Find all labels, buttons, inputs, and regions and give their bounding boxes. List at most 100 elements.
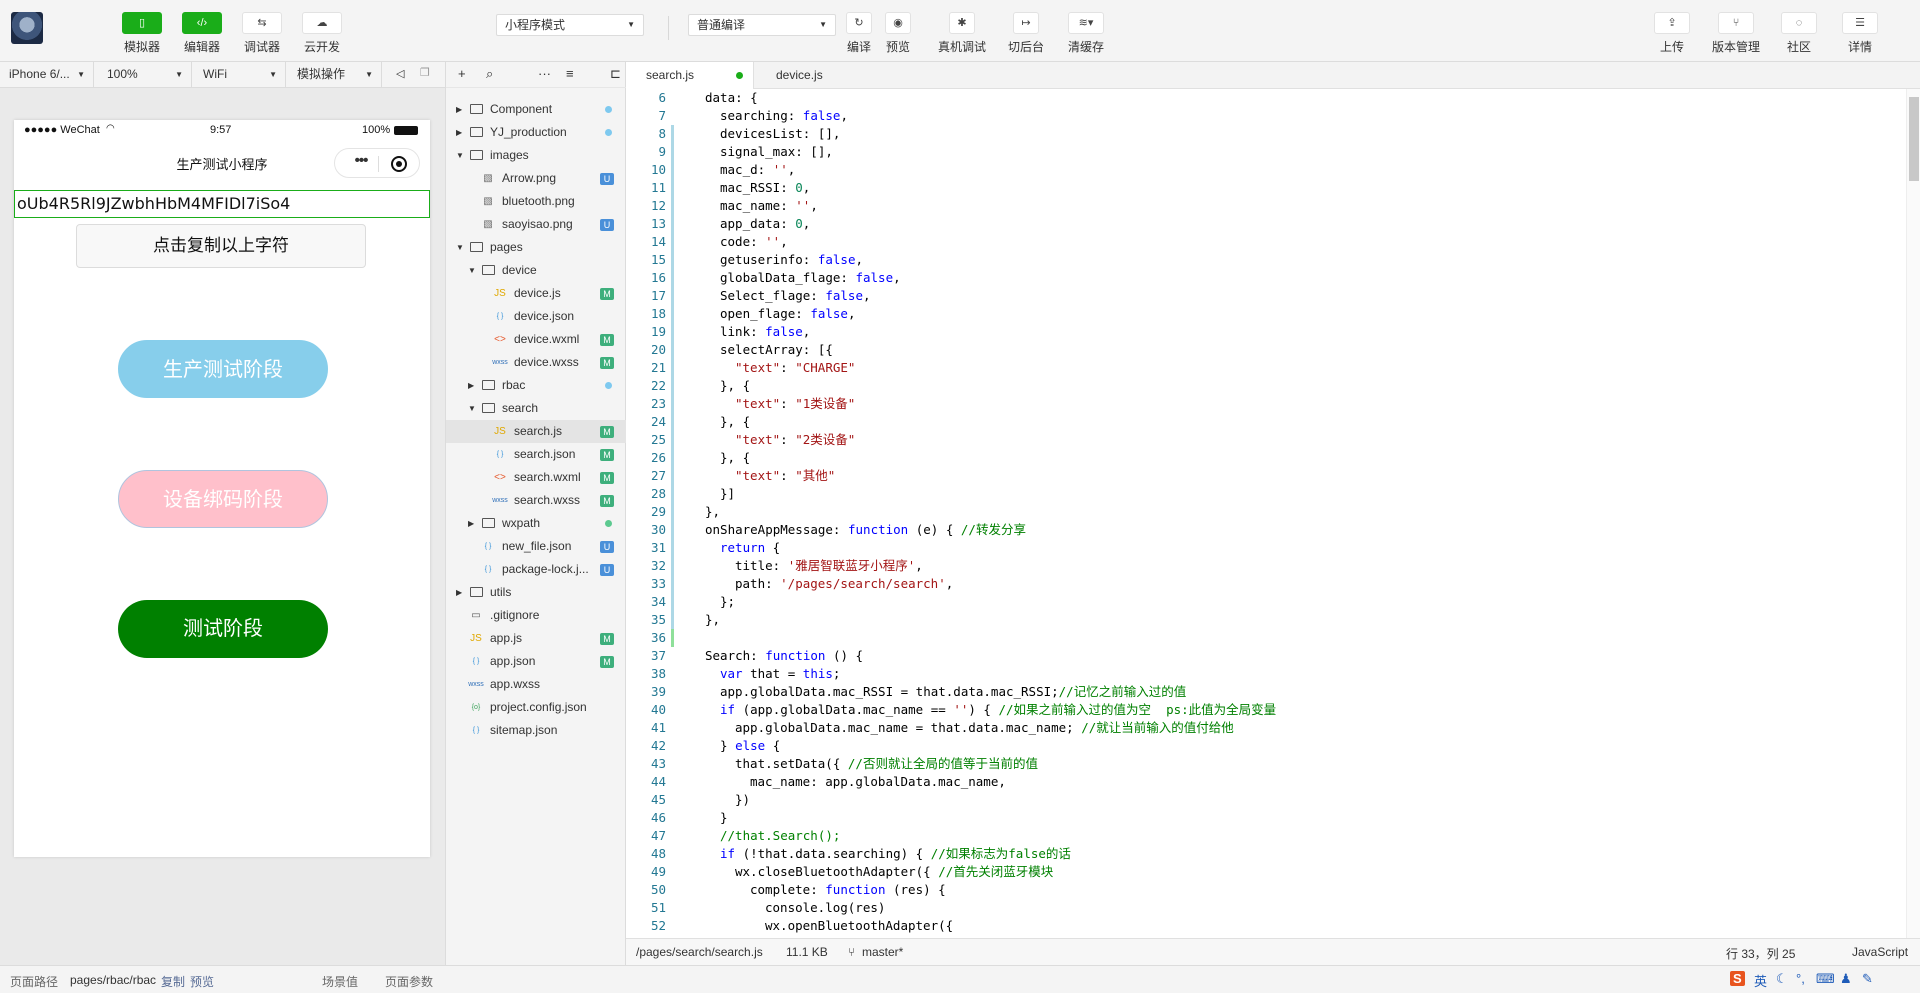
chevron-right-icon[interactable]: ▶ (456, 581, 462, 604)
code-line[interactable]: 30 onShareAppMessage: function (e) { //转发… (626, 521, 1906, 539)
tree-file[interactable]: { } new_file.json U (446, 535, 626, 558)
code-line[interactable]: 26}, { (626, 449, 1906, 467)
code-line[interactable]: 10 mac_d: '', (626, 161, 1906, 179)
window-icon[interactable]: ❐ (420, 66, 430, 79)
more-icon[interactable]: ••• (345, 152, 377, 169)
code-area[interactable]: 6 data: {7 searching: false, 8 devicesList: … (626, 89, 1906, 938)
code-line[interactable]: 19 link: false, (626, 323, 1906, 341)
code-line[interactable]: 11 mac_RSSI: 0, (626, 179, 1906, 197)
code-line[interactable]: 47 //that.Search(); (626, 827, 1906, 845)
version-button[interactable]: ⑂ 版本管理 (1706, 12, 1766, 55)
tree-file[interactable]: {o} project.config.json (446, 696, 626, 719)
code-line[interactable]: 32 title: '雅居智联蓝牙小程序', (626, 557, 1906, 575)
tree-file[interactable]: JS device.js M (446, 282, 626, 305)
operation-select[interactable]: 模拟操作 ▼ (288, 62, 382, 87)
tree-file[interactable]: ▧ saoyisao.png U (446, 213, 626, 236)
shirt-icon[interactable]: ♟ (1840, 971, 1852, 987)
code-line[interactable]: 21 "text": "CHARGE" (626, 359, 1906, 377)
code-line[interactable]: 43 that.setData({ //否则就让全局的值等于当前的值 (626, 755, 1906, 773)
more-icon[interactable]: ··· (538, 66, 551, 81)
page-params-button[interactable]: 页面参数 (385, 973, 433, 990)
tree-file[interactable]: JS app.js M (446, 627, 626, 650)
code-line[interactable]: 50 complete: function (res) { (626, 881, 1906, 899)
debugger-button[interactable]: ⇆ 调试器 (232, 12, 292, 55)
copy-button[interactable]: 点击复制以上字符 (76, 224, 366, 268)
code-line[interactable]: 44 mac_name: app.globalData.mac_name, (626, 773, 1906, 791)
tab-search-js[interactable]: search.js (626, 62, 754, 89)
tree-file[interactable]: ▧ bluetooth.png (446, 190, 626, 213)
remote-debug-button[interactable]: ✱ 真机调试 (932, 12, 992, 55)
code-line[interactable]: 28}] (626, 485, 1906, 503)
ime-mode[interactable]: 英 (1754, 971, 1767, 990)
code-line[interactable]: 34}; (626, 593, 1906, 611)
code-line[interactable]: 24}, { (626, 413, 1906, 431)
code-line[interactable]: 25 "text": "2类设备" (626, 431, 1906, 449)
editor-button[interactable]: ‹/› 编辑器 (172, 12, 232, 55)
code-line[interactable]: 35}, (626, 611, 1906, 629)
tree-folder[interactable]: ▼ images (446, 144, 626, 167)
scroll-thumb[interactable] (1909, 97, 1919, 181)
tree-file[interactable]: { } app.json M (446, 650, 626, 673)
search-icon[interactable]: ⌕ (486, 66, 493, 82)
copy-path-link[interactable]: 复制 (161, 973, 185, 990)
chevron-down-icon[interactable]: ▼ (456, 144, 464, 167)
tree-folder[interactable]: ▶ YJ_production (446, 121, 626, 144)
ime-logo-icon[interactable]: S (1730, 971, 1745, 986)
test-stage-button[interactable]: 测试阶段 (118, 600, 328, 658)
chevron-right-icon[interactable]: ▶ (456, 121, 462, 144)
device-select[interactable]: iPhone 6/... ▼ (0, 62, 94, 87)
code-line[interactable]: 51 console.log(res) (626, 899, 1906, 917)
tree-folder[interactable]: ▶ Component (446, 98, 626, 121)
mute-icon[interactable]: ◁ (396, 67, 404, 80)
code-line[interactable]: 39 app.globalData.mac_RSSI = that.data.ma… (626, 683, 1906, 701)
editor-scrollbar[interactable] (1906, 89, 1920, 938)
git-branch[interactable]: master* (862, 945, 903, 959)
zoom-select[interactable]: 100% ▼ (98, 62, 192, 87)
preview-path-link[interactable]: 预览 (190, 973, 214, 990)
chevron-down-icon[interactable]: ▼ (468, 259, 476, 282)
code-line[interactable]: 37 Search: function () { (626, 647, 1906, 665)
device-binding-button[interactable]: 设备绑码阶段 (118, 470, 328, 528)
code-line[interactable]: 29}, (626, 503, 1906, 521)
cloud-dev-button[interactable]: ☁ 云开发 (292, 12, 352, 55)
code-line[interactable]: 12 mac_name: '', (626, 197, 1906, 215)
network-select[interactable]: WiFi ▼ (194, 62, 286, 87)
tree-file[interactable]: { } device.json (446, 305, 626, 328)
code-line[interactable]: 20 selectArray: [{ (626, 341, 1906, 359)
tree-file[interactable]: { } sitemap.json (446, 719, 626, 742)
chevron-down-icon[interactable]: ▼ (456, 236, 464, 259)
tree-file[interactable]: ▧ Arrow.png U (446, 167, 626, 190)
chevron-right-icon[interactable]: ▶ (468, 374, 474, 397)
close-miniprogram-icon[interactable] (391, 156, 407, 172)
community-button[interactable]: ◌ 社区 (1769, 12, 1829, 55)
code-line[interactable]: 48 if (!that.data.searching) { //如果标志为fal… (626, 845, 1906, 863)
preview-button[interactable]: ◉ 预览 (868, 12, 928, 55)
code-line[interactable]: 6 data: { (626, 89, 1906, 107)
clear-cache-button[interactable]: ≋▾ 清缓存 (1056, 12, 1116, 55)
details-button[interactable]: ☰ 详情 (1830, 12, 1890, 55)
tree-folder[interactable]: ▼ device (446, 259, 626, 282)
tree-file[interactable]: wxss app.wxss (446, 673, 626, 696)
code-line[interactable]: 33 path: '/pages/search/search', (626, 575, 1906, 593)
code-line[interactable]: 8 devicesList: [], (626, 125, 1906, 143)
code-line[interactable]: 42} else { (626, 737, 1906, 755)
code-line[interactable]: 38 var that = this; (626, 665, 1906, 683)
sort-icon[interactable]: ≡ (566, 66, 574, 81)
compile-select[interactable]: 普通编译 ▼ (688, 14, 836, 36)
cursor-position[interactable]: 行 33，列 25 (1726, 945, 1795, 962)
code-line[interactable]: 41 app.globalData.mac_name = that.data.ma… (626, 719, 1906, 737)
background-button[interactable]: ↦ 切后台 (996, 12, 1056, 55)
scene-value-button[interactable]: 场景值 (322, 973, 358, 990)
production-test-button[interactable]: 生产测试阶段 (118, 340, 328, 398)
tree-file[interactable]: <> device.wxml M (446, 328, 626, 351)
punctuation-icon[interactable]: °, (1796, 971, 1805, 986)
simulator-button[interactable]: ▯ 模拟器 (112, 12, 172, 55)
code-line[interactable]: 17 Select_flage: false, (626, 287, 1906, 305)
tree-file[interactable]: wxss search.wxss M (446, 489, 626, 512)
code-line[interactable]: 31 return { (626, 539, 1906, 557)
code-line[interactable]: 16 globalData_flage: false, (626, 269, 1906, 287)
chevron-down-icon[interactable]: ▼ (468, 397, 476, 420)
chevron-right-icon[interactable]: ▶ (456, 98, 462, 121)
code-line[interactable]: 40 if (app.globalData.mac_name == '') { /… (626, 701, 1906, 719)
collapse-icon[interactable]: ⊏ (610, 66, 621, 82)
